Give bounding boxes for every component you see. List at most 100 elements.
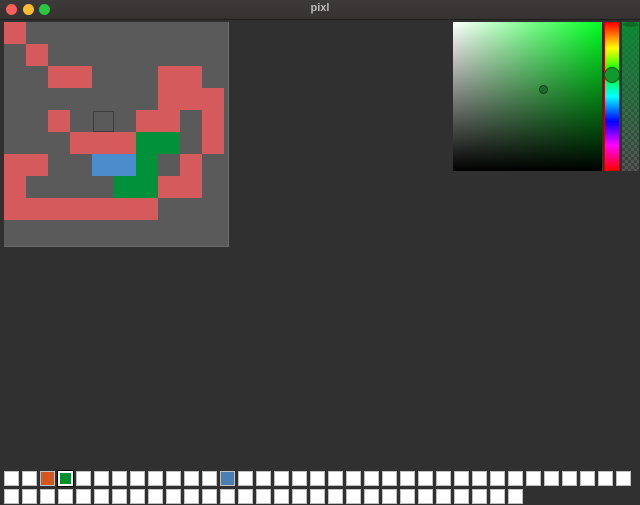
hue-slider[interactable] [604,22,620,171]
canvas-pixel[interactable] [48,110,70,132]
palette-swatch[interactable] [544,471,559,486]
palette-swatch[interactable] [220,471,235,486]
palette-swatch[interactable] [76,471,91,486]
palette-swatch[interactable] [454,471,469,486]
palette-swatch[interactable] [382,471,397,486]
canvas-pixel[interactable] [136,176,158,198]
canvas-pixel[interactable] [136,154,158,176]
canvas-pixel[interactable] [158,132,180,154]
palette-swatch[interactable] [148,471,163,486]
palette-swatch[interactable] [418,471,433,486]
palette-swatch[interactable] [436,471,451,486]
canvas-pixel[interactable] [48,66,70,88]
canvas-pixel[interactable] [158,110,180,132]
palette-swatch[interactable] [202,489,217,504]
canvas-pixel[interactable] [48,198,70,220]
canvas-pixel[interactable] [26,198,48,220]
palette-swatch[interactable] [328,471,343,486]
alpha-slider[interactable] [622,22,639,171]
palette-swatch[interactable] [40,471,55,486]
palette-swatch[interactable] [58,489,73,504]
palette-swatch[interactable] [292,471,307,486]
canvas-pixel[interactable] [180,154,202,176]
canvas-pixel[interactable] [202,132,224,154]
palette-swatch[interactable] [112,471,127,486]
palette-swatch[interactable] [220,489,235,504]
canvas-pixel[interactable] [26,154,48,176]
palette-swatch[interactable] [94,489,109,504]
palette-swatch[interactable] [166,489,181,504]
canvas-pixel[interactable] [136,132,158,154]
canvas-pixel[interactable] [158,66,180,88]
palette-swatch[interactable] [472,489,487,504]
saturation-value-square[interactable] [453,22,602,171]
alpha-slider-handle[interactable] [623,22,638,27]
palette-swatch[interactable] [4,489,19,504]
canvas-pixel[interactable] [70,198,92,220]
canvas-pixel[interactable] [136,198,158,220]
canvas-pixel[interactable] [4,176,26,198]
palette-swatch[interactable] [274,489,289,504]
palette-swatch[interactable] [256,471,271,486]
hue-slider-handle[interactable] [604,67,620,83]
palette-swatch[interactable] [256,489,271,504]
canvas-pixel[interactable] [4,154,26,176]
palette-swatch[interactable] [382,489,397,504]
canvas-pixel[interactable] [202,110,224,132]
canvas-pixel[interactable] [180,66,202,88]
palette-swatch[interactable] [400,471,415,486]
palette-swatch[interactable] [57,470,74,487]
palette-swatch[interactable] [274,471,289,486]
palette-swatch[interactable] [616,471,631,486]
canvas-pixel[interactable] [92,154,114,176]
canvas-pixel[interactable] [92,198,114,220]
palette-swatch[interactable] [184,489,199,504]
palette-swatch[interactable] [184,471,199,486]
palette-swatch[interactable] [526,471,541,486]
canvas-pixel[interactable] [92,132,114,154]
palette-swatch[interactable] [490,471,505,486]
canvas-pixel[interactable] [114,132,136,154]
palette-swatch[interactable] [508,489,523,504]
palette-swatch[interactable] [310,489,325,504]
canvas-pixel[interactable] [114,198,136,220]
palette-swatch[interactable] [166,471,181,486]
canvas-pixel[interactable] [70,132,92,154]
canvas-pixel[interactable] [114,176,136,198]
canvas-pixel[interactable] [136,110,158,132]
palette-swatch[interactable] [346,471,361,486]
palette-swatch[interactable] [148,489,163,504]
saturation-value-marker[interactable] [539,85,548,94]
palette-swatch[interactable] [76,489,91,504]
palette-swatch[interactable] [94,471,109,486]
canvas-pixel[interactable] [158,88,180,110]
pixel-canvas[interactable] [4,22,229,247]
canvas-pixel[interactable] [180,88,202,110]
palette-swatch[interactable] [508,471,523,486]
canvas-pixel[interactable] [114,154,136,176]
palette-swatch[interactable] [238,489,253,504]
palette-swatch[interactable] [22,489,37,504]
palette-swatch[interactable] [490,489,505,504]
palette-swatch[interactable] [4,471,19,486]
canvas-pixel[interactable] [4,198,26,220]
canvas-pixel[interactable] [202,88,224,110]
canvas-pixel[interactable] [180,176,202,198]
palette-swatch[interactable] [22,471,37,486]
palette-swatch[interactable] [130,471,145,486]
palette-swatch[interactable] [472,471,487,486]
palette-swatch[interactable] [202,471,217,486]
palette-swatch[interactable] [112,489,127,504]
palette-swatch[interactable] [292,489,307,504]
palette-swatch[interactable] [580,471,595,486]
palette-swatch[interactable] [328,489,343,504]
canvas-pixel[interactable] [26,44,48,66]
palette-swatch[interactable] [40,489,55,504]
palette-swatch[interactable] [562,471,577,486]
palette-swatch[interactable] [364,471,379,486]
palette-swatch[interactable] [598,471,613,486]
palette-swatch[interactable] [400,489,415,504]
palette-swatch[interactable] [238,471,253,486]
canvas-pixel[interactable] [70,66,92,88]
palette-swatch[interactable] [364,489,379,504]
